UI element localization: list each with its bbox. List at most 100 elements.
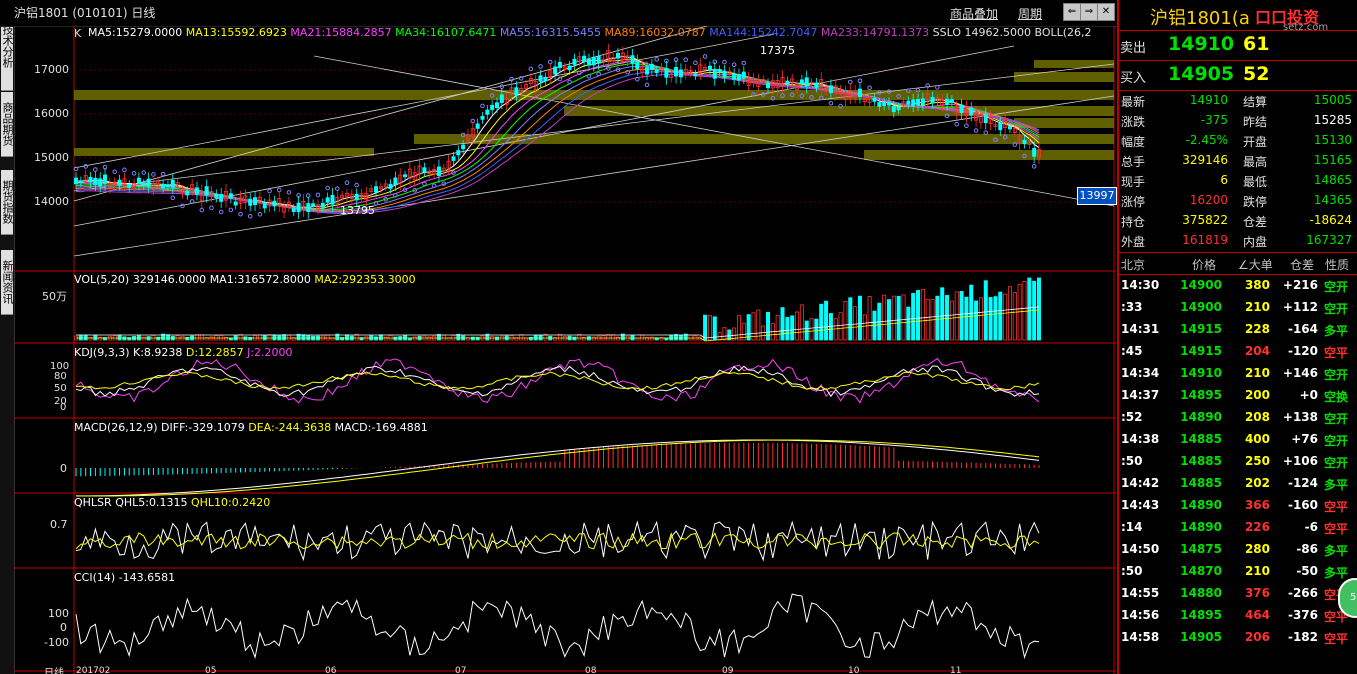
price-zone <box>1014 72 1114 82</box>
volume-bar <box>611 334 616 341</box>
tick-cell: 14:50 <box>1121 542 1160 556</box>
candle-body <box>557 61 562 68</box>
volume-bar <box>325 334 330 341</box>
tick-cell: :45 <box>1121 344 1143 358</box>
sar-dot <box>180 203 185 209</box>
tab-commodity-futures[interactable]: 商品期货 <box>1 92 14 157</box>
overlay-link[interactable]: 商品叠加 <box>950 5 998 22</box>
volume-bar <box>703 314 708 341</box>
candle-body <box>214 193 219 199</box>
tick-cell: 464 <box>1244 608 1270 622</box>
tick-cell: +0 <box>1299 388 1318 402</box>
candle-body <box>141 183 146 187</box>
candle-body <box>596 56 601 64</box>
volume-bar <box>862 314 867 341</box>
volume-bar <box>775 314 780 341</box>
volume-bar <box>257 334 262 341</box>
x-axis-month: 11 <box>950 666 962 674</box>
sar-dot <box>828 100 834 106</box>
volume-bar <box>785 317 790 341</box>
volume-bar <box>378 334 383 341</box>
price-zone <box>414 134 1114 144</box>
tick-cell: +106 <box>1282 454 1318 468</box>
x-axis-month: 10 <box>848 666 860 674</box>
tick-cell: 400 <box>1244 432 1270 446</box>
period-link[interactable]: 周期 <box>1018 5 1042 22</box>
volume-bar <box>993 296 998 341</box>
candle-body <box>717 69 722 73</box>
qhlsr-y-tick: 0.7 <box>50 518 68 531</box>
sell-label: 卖出 <box>1120 41 1147 56</box>
divider <box>1119 60 1357 61</box>
tab-futures-index[interactable]: 期货指数 <box>1 170 14 235</box>
tick-cell: 空开 <box>1324 412 1349 426</box>
candle-body <box>98 178 103 187</box>
tick-cell: 14915 <box>1180 322 1222 336</box>
tab-news[interactable]: 新闻资讯 <box>1 250 14 315</box>
kdj-y-0: 0 <box>60 402 67 413</box>
candle-body <box>161 183 166 189</box>
candle-body <box>204 186 209 196</box>
candle-body <box>262 203 267 209</box>
volume-bar <box>393 336 398 341</box>
volume-bar <box>906 306 911 341</box>
tick-cell: -50 <box>1296 564 1318 578</box>
candle-body <box>403 174 408 178</box>
tick-cell: 204 <box>1244 344 1270 358</box>
candle-body <box>117 179 122 186</box>
stat-label: 涨停 <box>1121 195 1146 209</box>
candle-body <box>228 193 233 199</box>
volume-bar <box>272 334 277 341</box>
close-icon[interactable]: ✕ <box>1097 3 1115 21</box>
vol-legend: VOL(5,20) 329146.0000 MA1:316572.8000 MA… <box>74 273 416 286</box>
tick-cell: 210 <box>1244 300 1270 314</box>
candle-body <box>461 144 466 150</box>
sell-volume: 61 <box>1243 33 1270 55</box>
tick-cell: 226 <box>1244 520 1270 534</box>
candle-body <box>136 177 141 185</box>
tick-cell: 空开 <box>1324 368 1349 382</box>
candle-body <box>886 101 891 106</box>
sar-dot <box>964 123 969 128</box>
volume-bar <box>911 292 916 341</box>
next-button[interactable]: ⇒ <box>1080 3 1098 21</box>
tick-cell: 空开 <box>1324 280 1349 294</box>
sar-dot <box>644 82 650 88</box>
k-label: K <box>74 27 82 40</box>
x-axis-label: 日线 <box>44 668 64 674</box>
sar-dot <box>973 128 979 133</box>
candle-body <box>514 87 519 96</box>
candle-body <box>1007 126 1012 130</box>
tick-cell: 多平 <box>1324 544 1349 558</box>
volume-bar <box>819 303 824 341</box>
cci-line <box>75 593 1040 660</box>
sar-dot <box>247 213 253 219</box>
tick-cell: 14890 <box>1180 498 1222 512</box>
candle-body <box>165 184 170 188</box>
tick-cell: 14910 <box>1180 366 1222 380</box>
volume-bar <box>925 298 930 341</box>
prev-button[interactable]: ⇐ <box>1063 3 1081 21</box>
candle-body <box>88 176 93 183</box>
tick-cell: +112 <box>1282 300 1318 314</box>
sar-dot <box>354 182 359 188</box>
candle-body <box>674 67 679 77</box>
stat-value: 15165 <box>1313 153 1352 167</box>
stat-value: 161819 <box>1182 233 1228 247</box>
candle-body <box>1022 139 1027 145</box>
volume-bar <box>83 334 88 341</box>
ma-legend-item: MA233:14791.1373 <box>820 26 933 39</box>
volume-bar <box>867 296 872 341</box>
candle-body <box>1032 147 1037 157</box>
candle-body <box>253 197 258 206</box>
volume-bar <box>959 291 964 341</box>
sar-dot <box>218 209 224 215</box>
volume-bar <box>809 318 814 341</box>
tick-cell: -266 <box>1287 586 1318 600</box>
stat-label: 仓差 <box>1243 215 1268 229</box>
candle-body <box>732 73 737 80</box>
candle-body <box>499 94 504 103</box>
stat-value: -2.45% <box>1185 133 1228 147</box>
ma-legend-item: MA13:15592.6923 <box>185 26 291 39</box>
candle-body <box>451 156 456 161</box>
